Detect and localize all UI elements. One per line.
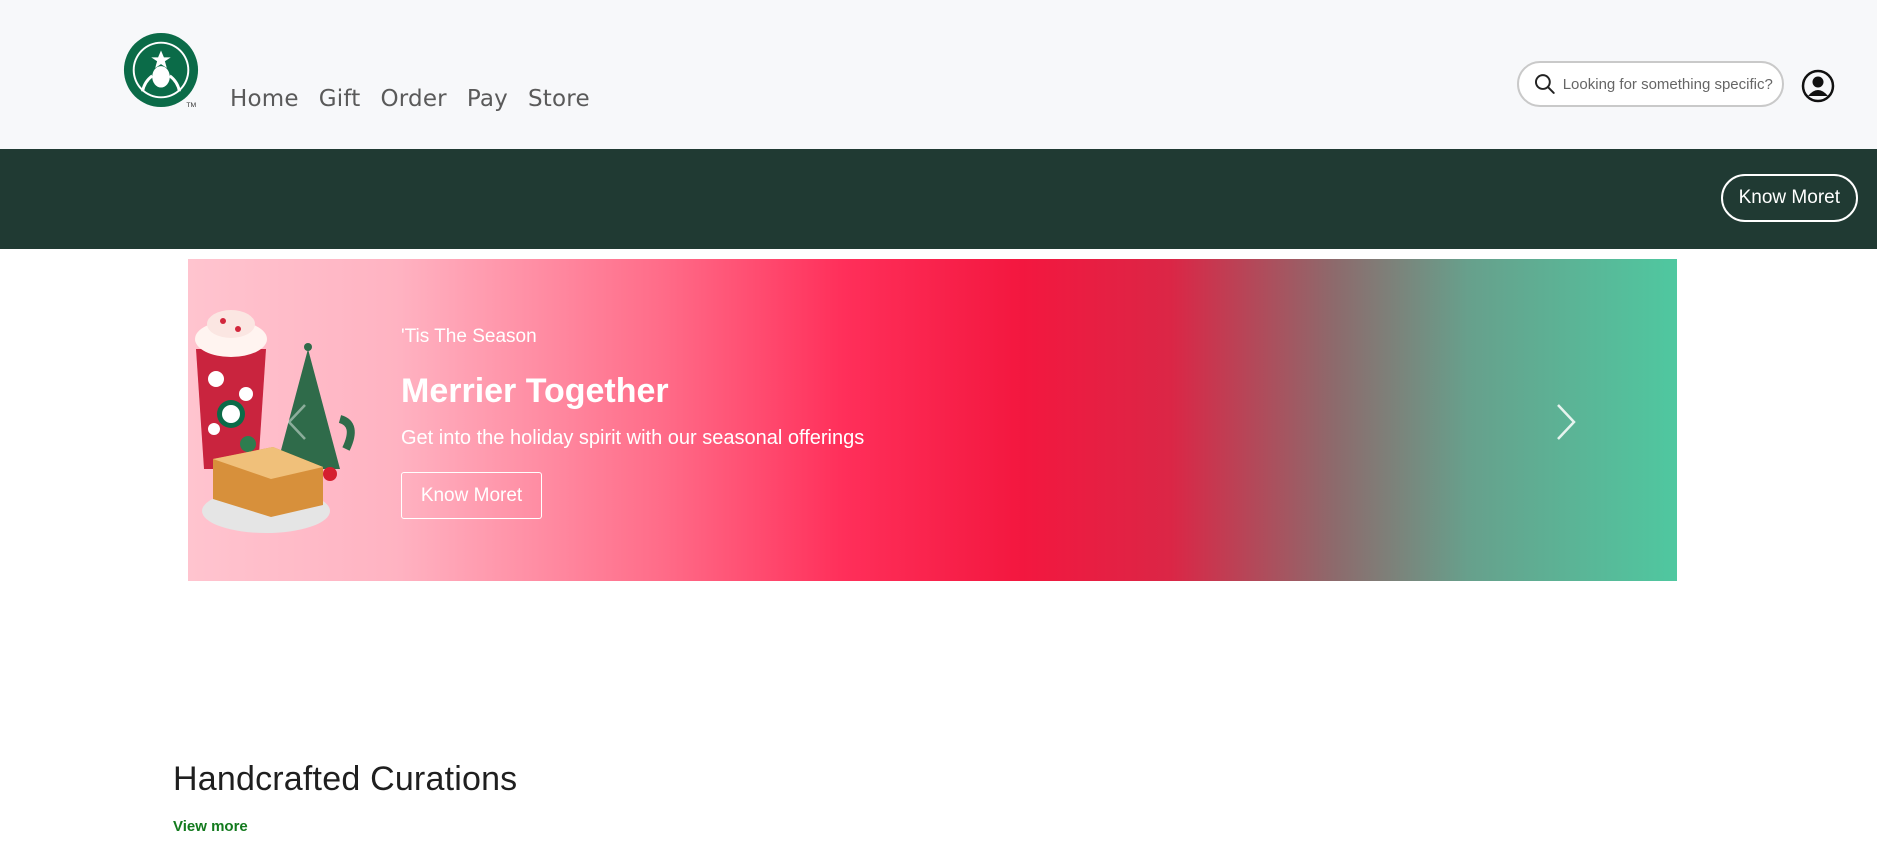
hero-description: Get into the holiday spirit with our sea… (401, 427, 865, 449)
top-navbar: TM Home Gift Order Pay Store (0, 0, 1877, 149)
view-more-link[interactable]: View more (173, 818, 248, 835)
nav-link-order[interactable]: Order (380, 86, 446, 112)
promo-band: Know Moret (0, 149, 1877, 249)
user-circle-icon[interactable] (1801, 69, 1835, 103)
hero-carousel: 'Tis The Season Merrier Together Get int… (188, 259, 1677, 581)
section-title: Handcrafted Curations (173, 760, 518, 798)
band-know-more-button[interactable]: Know Moret (1720, 174, 1858, 222)
nav-link-gift[interactable]: Gift (319, 86, 361, 112)
starbucks-logo-icon[interactable]: TM (122, 31, 200, 109)
hero-know-more-button[interactable]: Know Moret (401, 472, 542, 519)
hero-title: Merrier Together (401, 372, 669, 410)
hero-eyebrow: 'Tis The Season (401, 326, 537, 347)
nav-link-store[interactable]: Store (528, 86, 590, 112)
svg-text:TM: TM (186, 102, 196, 109)
search-icon (1534, 74, 1555, 94)
search-box[interactable] (1517, 61, 1784, 107)
nav-link-home[interactable]: Home (230, 86, 299, 112)
chevron-left-icon[interactable] (283, 401, 313, 443)
nav-link-pay[interactable]: Pay (467, 86, 508, 112)
chevron-right-icon[interactable] (1550, 401, 1580, 443)
search-input[interactable] (1560, 74, 1782, 94)
main-nav: Home Gift Order Pay Store (230, 86, 590, 112)
